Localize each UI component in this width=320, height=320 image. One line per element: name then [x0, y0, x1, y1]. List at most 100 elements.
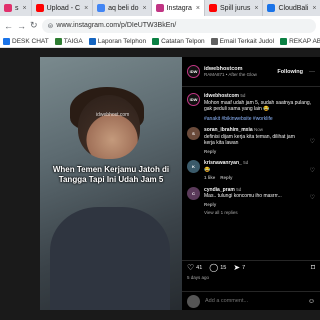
tab-strip: s × Upload - C × aq beli do × Instagra × Spill j…	[0, 0, 320, 16]
comment-hashtags[interactable]: #anakit #bikinwebsite #worklife	[204, 116, 315, 123]
bookmark-label: Laporan Telphon	[97, 37, 147, 45]
author-avatar[interactable]: IDW	[187, 65, 200, 78]
commenter-name[interactable]: soran_ibrahim_mxia	[204, 127, 253, 133]
commenter-name[interactable]: krisnawanryan_	[204, 160, 242, 166]
reply-button[interactable]: Reply	[204, 202, 216, 207]
more-options-icon[interactable]: ···	[309, 69, 315, 75]
view-replies-link[interactable]: View all 1 replies	[182, 210, 320, 215]
commenter-name[interactable]: idwebhostcom	[204, 93, 239, 99]
tab-favicon-icon	[97, 4, 106, 12]
post-modal: idwebhost.com When Temen Kerjamu Jatoh d…	[40, 57, 320, 310]
tab-label: CloudBali	[278, 4, 309, 12]
video-subject-head	[78, 95, 140, 159]
comment-body: idwebhostcom 5d Mohon maaf udah jam 5, su…	[204, 93, 315, 122]
like-count: 41	[196, 264, 203, 271]
like-button[interactable]: ♡ 41	[187, 263, 202, 272]
video-subject-body	[50, 207, 170, 310]
browser-tab[interactable]: CloudBali ×	[263, 0, 320, 16]
close-tab-icon[interactable]: ×	[312, 5, 316, 12]
tab-favicon-icon	[35, 4, 44, 12]
comment-time: 5d	[240, 93, 246, 98]
comment-like-icon[interactable]: ♡	[310, 167, 315, 174]
bookmark-favicon-icon	[152, 37, 160, 45]
comment-body: soran_ibrahim_mxia Now definisi dijam ker…	[204, 127, 306, 155]
current-user-avatar	[187, 294, 200, 308]
tab-favicon-icon	[267, 4, 276, 12]
commenter-avatar[interactable]: K	[187, 160, 200, 173]
comment-input[interactable]	[205, 298, 303, 304]
heart-icon: ♡	[187, 263, 195, 272]
author-info: idwebhostcom RAMA871 • After the Glow	[204, 66, 273, 77]
share-icon: ➤	[233, 263, 241, 272]
following-button[interactable]: Following	[277, 69, 303, 75]
browser-tab[interactable]: Instagra ×	[151, 0, 205, 16]
bookmark-label: TAIGA	[63, 37, 83, 45]
bookmark-label: DESK CHAT	[12, 37, 49, 45]
comment-button[interactable]: ◯ 15	[209, 263, 226, 272]
browser-tab[interactable]: s ×	[0, 0, 32, 16]
comment-text: 😂	[204, 166, 211, 173]
comment-icon: ◯	[209, 263, 219, 272]
commenter-avatar[interactable]: IDW	[187, 93, 200, 106]
address-bar: ← → ↻ ⊜ www.instagram.com/p/DIeUTW3BkEn/	[0, 16, 320, 35]
close-tab-icon[interactable]: ×	[254, 5, 258, 12]
commenter-avatar[interactable]: S	[187, 127, 200, 140]
reload-icon[interactable]: ↻	[30, 20, 38, 31]
post-timestamp: 5 days ago	[187, 275, 210, 280]
reply-button[interactable]: Reply	[220, 175, 232, 180]
close-tab-icon[interactable]: ×	[143, 5, 147, 12]
post-header: IDW idwebhostcom RAMA871 • After the Glo…	[182, 57, 320, 87]
bookmark-item[interactable]: REKAP ABUSE	[280, 37, 320, 45]
browser-tab[interactable]: aq beli do ×	[93, 0, 152, 16]
tab-favicon-icon	[209, 4, 217, 12]
audio-subtitle[interactable]: RAMA871 • After the Glow	[204, 72, 273, 77]
share-button[interactable]: ➤ 7	[233, 263, 245, 272]
comment-body: krisnawanryan_ 5d 😂 1 like Reply	[204, 160, 306, 182]
close-tab-icon[interactable]: ×	[196, 5, 200, 12]
comment-item: Kkrisnawanryan_ 5d 😂 1 like Reply ♡	[182, 155, 320, 182]
close-tab-icon[interactable]: ×	[23, 5, 27, 12]
bookmark-item[interactable]: DESK CHAT	[3, 37, 49, 45]
bookmark-item[interactable]: Catatan Telpon	[152, 37, 205, 45]
comment-meta-row: Reply	[204, 149, 306, 156]
bookmark-item[interactable]: Email Terkait Judol	[210, 37, 275, 45]
emoji-icon[interactable]: ☺	[308, 298, 315, 305]
post-video[interactable]: idwebhost.com When Temen Kerjamu Jatoh d…	[40, 57, 182, 310]
video-caption: When Temen Kerjamu Jatoh di Tangga Tapi …	[52, 165, 170, 184]
page-overlay[interactable]: idwebhost.com When Temen Kerjamu Jatoh d…	[0, 48, 320, 320]
url-field[interactable]: ⊜ www.instagram.com/p/DIeUTW3BkEn/	[41, 18, 316, 33]
comment-body: cyndia_pram 5d Mas.. tulungi koncomu iho …	[204, 187, 306, 209]
reply-button[interactable]: Reply	[204, 149, 216, 154]
comment-time: 5d	[236, 186, 242, 192]
tab-label: s	[15, 4, 19, 12]
save-bookmark-icon[interactable]: ⌑	[311, 263, 315, 272]
comment-meta-row: Reply	[204, 202, 306, 209]
comment-item: IDW idwebhostcom 5d Mohon maaf udah jam 5,…	[182, 88, 320, 122]
tab-label: Upload - C	[46, 4, 81, 12]
bookmark-item[interactable]: TAIGA	[54, 37, 83, 45]
forward-icon[interactable]: →	[17, 21, 26, 31]
comment-like-icon[interactable]: ♡	[310, 138, 315, 145]
bookmark-item[interactable]: Laporan Telphon	[88, 37, 147, 45]
share-count: 7	[242, 264, 246, 271]
close-tab-icon[interactable]: ×	[84, 5, 88, 12]
video-watermark: idwebhost.com	[96, 112, 130, 118]
url-text: www.instagram.com/p/DIeUTW3BkEn/	[56, 22, 177, 29]
post-sidebar: IDW idwebhostcom RAMA871 • After the Glo…	[182, 57, 320, 310]
commenter-avatar[interactable]: C	[187, 186, 200, 200]
bookmark-favicon-icon	[210, 37, 218, 45]
back-icon[interactable]: ←	[4, 21, 13, 31]
comment-like-count[interactable]: 1 like	[204, 175, 215, 180]
tab-label: Instagra	[166, 4, 192, 12]
comment-like-icon[interactable]: ♡	[310, 194, 315, 201]
commenter-name[interactable]: cyndia_pram	[204, 187, 235, 193]
browser-tab[interactable]: Upload - C ×	[32, 0, 94, 16]
comment-list[interactable]: IDW idwebhostcom 5d Mohon maaf udah jam 5,…	[182, 88, 320, 260]
add-comment-bar: ☺	[182, 291, 320, 310]
bookmark-favicon-icon	[3, 37, 10, 45]
tab-label: Spill jurus	[220, 4, 251, 12]
site-info-icon[interactable]: ⊜	[48, 22, 54, 30]
browser-tab[interactable]: Spill jurus ×	[205, 0, 264, 16]
comment-item: Ccyndia_pram 5d Mas.. tulungi koncomu iho…	[182, 182, 320, 209]
bookmark-label: Email Terkait Judol	[219, 37, 275, 45]
